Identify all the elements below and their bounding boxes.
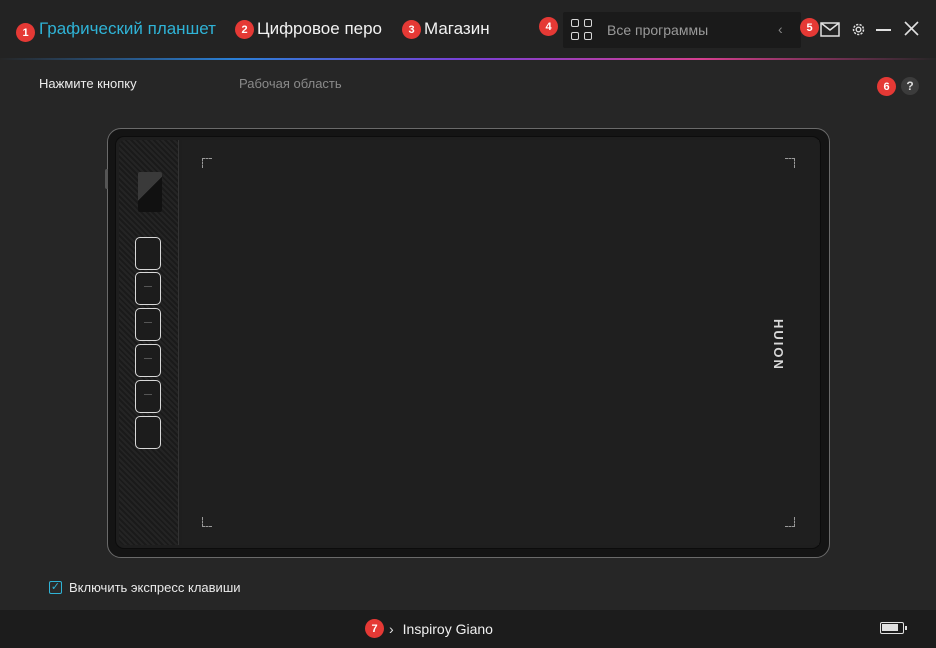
header-accent-line xyxy=(0,58,936,60)
chevron-right-icon: › xyxy=(389,621,394,637)
enable-express-keys-option[interactable]: ✓ Включить экспресс клавиши xyxy=(49,580,241,595)
subtab-work-area[interactable]: Рабочая область xyxy=(239,76,342,91)
enable-express-keys-checkbox[interactable]: ✓ xyxy=(49,581,62,594)
mail-icon[interactable] xyxy=(820,22,840,42)
minimize-icon[interactable] xyxy=(876,29,891,31)
work-area-corner-tl xyxy=(202,158,212,168)
tablet-side-button xyxy=(105,169,108,189)
battery-icon xyxy=(880,622,907,634)
mail-badge-5: 5 xyxy=(800,18,819,37)
tablet-work-area xyxy=(182,140,819,545)
express-key-3[interactable] xyxy=(135,308,161,341)
express-key-5[interactable] xyxy=(135,380,161,413)
tab-digital-pen[interactable]: Цифровое перо xyxy=(257,19,382,39)
tab-badge-2: 2 xyxy=(235,20,254,39)
work-area-corner-tr xyxy=(785,158,795,168)
device-selector[interactable]: › Inspiroy Giano xyxy=(389,621,493,637)
apps-badge-4: 4 xyxy=(539,17,558,36)
tab-badge-1: 1 xyxy=(16,23,35,42)
tablet-logo-mark xyxy=(138,172,162,212)
tablet-brand-logo: HUION xyxy=(771,319,786,371)
enable-express-keys-label: Включить экспресс клавиши xyxy=(69,580,241,595)
device-badge-7: 7 xyxy=(365,619,384,638)
help-badge-6: 6 xyxy=(877,77,896,96)
apps-selector-label: Все программы xyxy=(607,22,709,38)
chevron-left-icon[interactable]: ‹ xyxy=(778,21,783,37)
tab-badge-3: 3 xyxy=(402,20,421,39)
work-area-corner-br xyxy=(785,517,795,527)
tab-graphic-tablet[interactable]: Графический планшет xyxy=(39,19,216,39)
apps-grid-icon xyxy=(571,19,593,41)
close-icon[interactable] xyxy=(904,21,919,41)
battery-level-fill xyxy=(882,624,898,631)
battery-tip xyxy=(905,626,907,630)
express-key-1[interactable] xyxy=(135,237,161,270)
tablet-illustration: HUION xyxy=(105,128,830,558)
express-key-2[interactable] xyxy=(135,272,161,305)
work-area-corner-bl xyxy=(202,517,212,527)
gear-icon[interactable] xyxy=(850,21,867,43)
express-key-4[interactable] xyxy=(135,344,161,377)
subtab-press-button[interactable]: Нажмите кнопку xyxy=(39,76,137,91)
device-name: Inspiroy Giano xyxy=(402,621,493,637)
express-key-6[interactable] xyxy=(135,416,161,449)
express-key-panel xyxy=(119,140,179,545)
tablet-surface xyxy=(115,136,821,549)
tab-store[interactable]: Магазин xyxy=(424,19,490,39)
apps-selector[interactable]: Все программы ‹ xyxy=(563,12,801,48)
help-icon[interactable]: ? xyxy=(901,77,919,95)
